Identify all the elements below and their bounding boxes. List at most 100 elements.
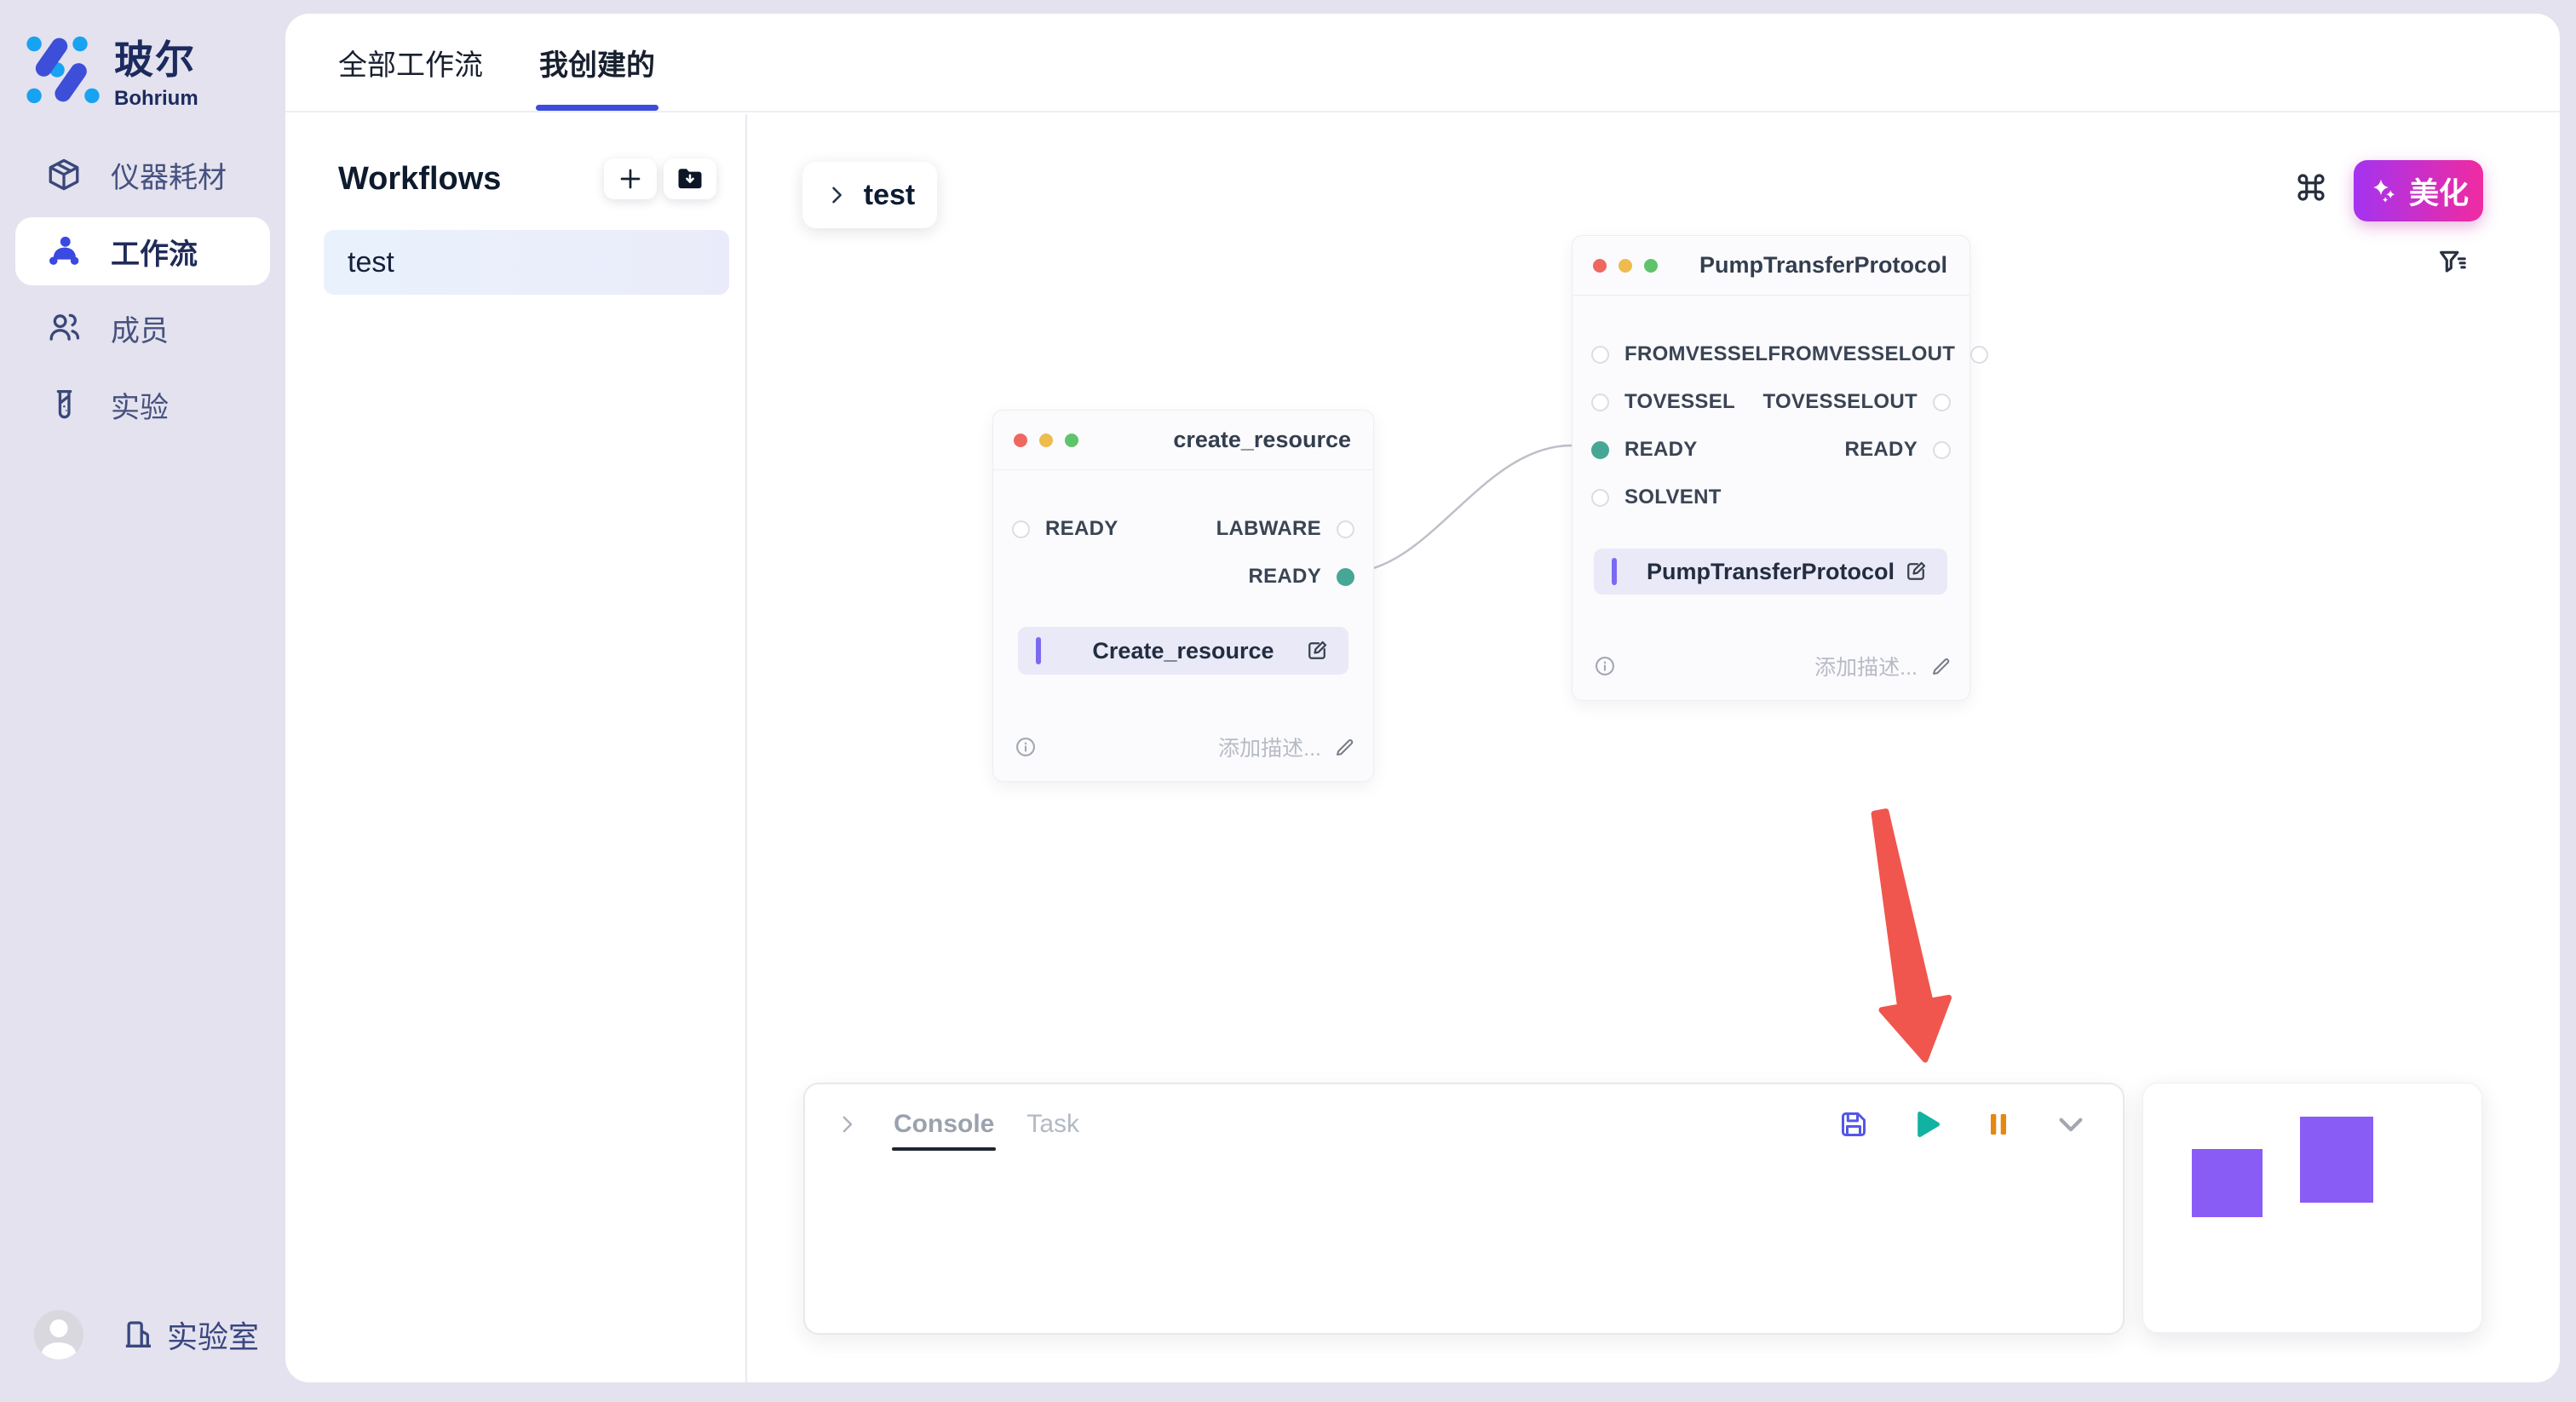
- brand-name-zh: 玻尔: [114, 29, 198, 85]
- layout-command-button[interactable]: [2292, 169, 2330, 206]
- workflows-panel-header: Workflows: [285, 114, 745, 199]
- port-row: SOLVENT: [1573, 474, 1969, 521]
- sidebar-item-label: 成员: [111, 307, 169, 349]
- port-handle[interactable]: [1591, 394, 1609, 411]
- input-port-solvent[interactable]: SOLVENT: [1591, 486, 1722, 509]
- port-row: TOVESSEL TOVESSELOUT: [1573, 378, 1969, 426]
- edge-create-resource-to-pump: [1348, 445, 1572, 572]
- node-header: create_resource: [993, 411, 1373, 470]
- beautify-label: 美化: [2409, 170, 2469, 213]
- port-handle[interactable]: [1591, 441, 1609, 459]
- folder-download-icon: [675, 164, 705, 194]
- filter-funnel-icon: [2435, 245, 2470, 279]
- port-handle[interactable]: [1591, 489, 1609, 507]
- output-port-labware[interactable]: LABWARE: [1216, 517, 1354, 541]
- input-port-ready[interactable]: READY: [1012, 517, 1118, 541]
- minimap-node-create-resource: [2192, 1149, 2263, 1217]
- node-ports: READY LABWARE READY: [993, 470, 1373, 600]
- brand: 玻尔 Bohrium: [26, 29, 198, 111]
- output-port-tovesselout[interactable]: TOVESSELOUT: [1762, 390, 1951, 414]
- port-row: READY READY: [1573, 426, 1969, 474]
- edit-icon[interactable]: [1903, 559, 1929, 584]
- info-icon[interactable]: [1593, 654, 1617, 678]
- lab-label: 实验室: [167, 1313, 259, 1357]
- lab-selector[interactable]: 实验室: [121, 1313, 259, 1357]
- pause-icon[interactable]: [1983, 1109, 2014, 1140]
- port-label: READY: [1248, 565, 1321, 589]
- filter-button[interactable]: [2434, 244, 2471, 281]
- tab-all-workflows[interactable]: 全部工作流: [338, 14, 483, 111]
- command-icon: [2293, 170, 2329, 205]
- node-title: PumpTransferProtocol: [1699, 252, 1947, 279]
- console-expand-chevron-icon[interactable]: [834, 1112, 860, 1137]
- chevron-down-icon[interactable]: [2053, 1106, 2089, 1142]
- port-label: SOLVENT: [1624, 486, 1722, 509]
- node-display-name: PumpTransferProtocol: [1647, 559, 1895, 585]
- chevron-right-icon: [825, 183, 848, 207]
- console-panel: Console Task: [803, 1083, 2125, 1335]
- output-port-ready[interactable]: READY: [1248, 565, 1354, 589]
- edit-icon[interactable]: [1304, 638, 1330, 664]
- workflow-list-item-test[interactable]: test: [324, 230, 729, 295]
- workflow-item-name: test: [348, 246, 394, 279]
- input-port-fromvessel[interactable]: FROMVESSEL: [1591, 342, 1768, 366]
- workflow-group-icon: [46, 233, 82, 269]
- port-handle[interactable]: [1933, 394, 1951, 411]
- node-pump-transfer-protocol[interactable]: PumpTransferProtocol FROMVESSEL FROMVESS…: [1572, 235, 1970, 701]
- sidebar-item-instruments[interactable]: 仪器耗材: [15, 141, 270, 209]
- port-handle[interactable]: [1970, 346, 1988, 364]
- port-handle[interactable]: [1337, 520, 1354, 538]
- node-name-pill[interactable]: PumpTransferProtocol: [1594, 549, 1947, 595]
- sidebar-item-members[interactable]: 成员: [15, 294, 270, 362]
- input-port-tovessel[interactable]: TOVESSEL: [1591, 390, 1735, 414]
- canvas-minimap[interactable]: [2142, 1083, 2482, 1333]
- pill-accent-bar: [1612, 558, 1617, 585]
- output-port-ready[interactable]: READY: [1844, 438, 1951, 462]
- port-label: READY: [1624, 438, 1698, 462]
- workflows-actions: [604, 158, 716, 199]
- tab-created-by-me[interactable]: 我创建的: [539, 14, 655, 111]
- port-label: READY: [1844, 438, 1918, 462]
- test-tube-icon: [46, 387, 82, 422]
- port-handle[interactable]: [1591, 346, 1609, 364]
- save-icon[interactable]: [1837, 1107, 1871, 1141]
- add-workflow-button[interactable]: [604, 158, 657, 199]
- pencil-icon[interactable]: [1333, 736, 1356, 759]
- canvas-breadcrumb[interactable]: test: [802, 162, 937, 228]
- traffic-dots-icon: [1014, 434, 1078, 447]
- sidebar-footer: 实验室: [34, 1310, 259, 1359]
- node-description-placeholder[interactable]: 添加描述...: [1814, 651, 1918, 681]
- port-row: FROMVESSEL FROMVESSELOUT: [1573, 330, 1969, 378]
- user-avatar[interactable]: [34, 1310, 83, 1359]
- sidebar-item-label: 工作流: [111, 231, 198, 273]
- pill-accent-bar: [1036, 637, 1041, 664]
- port-handle[interactable]: [1933, 441, 1951, 459]
- input-port-ready[interactable]: READY: [1591, 438, 1698, 462]
- workflow-canvas[interactable]: test 美化: [749, 114, 2560, 1382]
- node-name-pill[interactable]: Create_resource: [1018, 627, 1348, 675]
- run-icon[interactable]: [1910, 1107, 1944, 1141]
- import-folder-button[interactable]: [664, 158, 716, 199]
- port-row: READY: [993, 553, 1373, 600]
- sidebar-item-experiments[interactable]: 实验: [15, 371, 270, 439]
- sidebar-item-label: 实验: [111, 384, 169, 426]
- breadcrumb-label: test: [864, 179, 915, 212]
- bohrium-logo-icon: [26, 36, 101, 104]
- pencil-icon[interactable]: [1929, 655, 1952, 678]
- node-create-resource[interactable]: create_resource READY LABWARE READY: [992, 410, 1374, 782]
- minimap-node-pump-transfer-protocol: [2300, 1117, 2373, 1203]
- sidebar-nav: 仪器耗材 工作流 成员: [15, 141, 270, 447]
- node-description-placeholder[interactable]: 添加描述...: [1218, 732, 1321, 762]
- info-icon[interactable]: [1014, 735, 1038, 759]
- port-label: FROMVESSEL: [1624, 342, 1768, 366]
- port-handle[interactable]: [1012, 520, 1030, 538]
- console-actions: [1837, 1106, 2089, 1142]
- brand-text: 玻尔 Bohrium: [114, 29, 198, 111]
- traffic-dots-icon: [1593, 259, 1658, 273]
- tab-task[interactable]: Task: [1026, 1110, 1079, 1139]
- output-port-fromvesselout[interactable]: FROMVESSELOUT: [1768, 342, 1988, 366]
- port-handle[interactable]: [1337, 568, 1354, 586]
- beautify-button[interactable]: 美化: [2354, 160, 2483, 221]
- sidebar-item-workflow[interactable]: 工作流: [15, 217, 270, 285]
- tab-console[interactable]: Console: [894, 1110, 994, 1139]
